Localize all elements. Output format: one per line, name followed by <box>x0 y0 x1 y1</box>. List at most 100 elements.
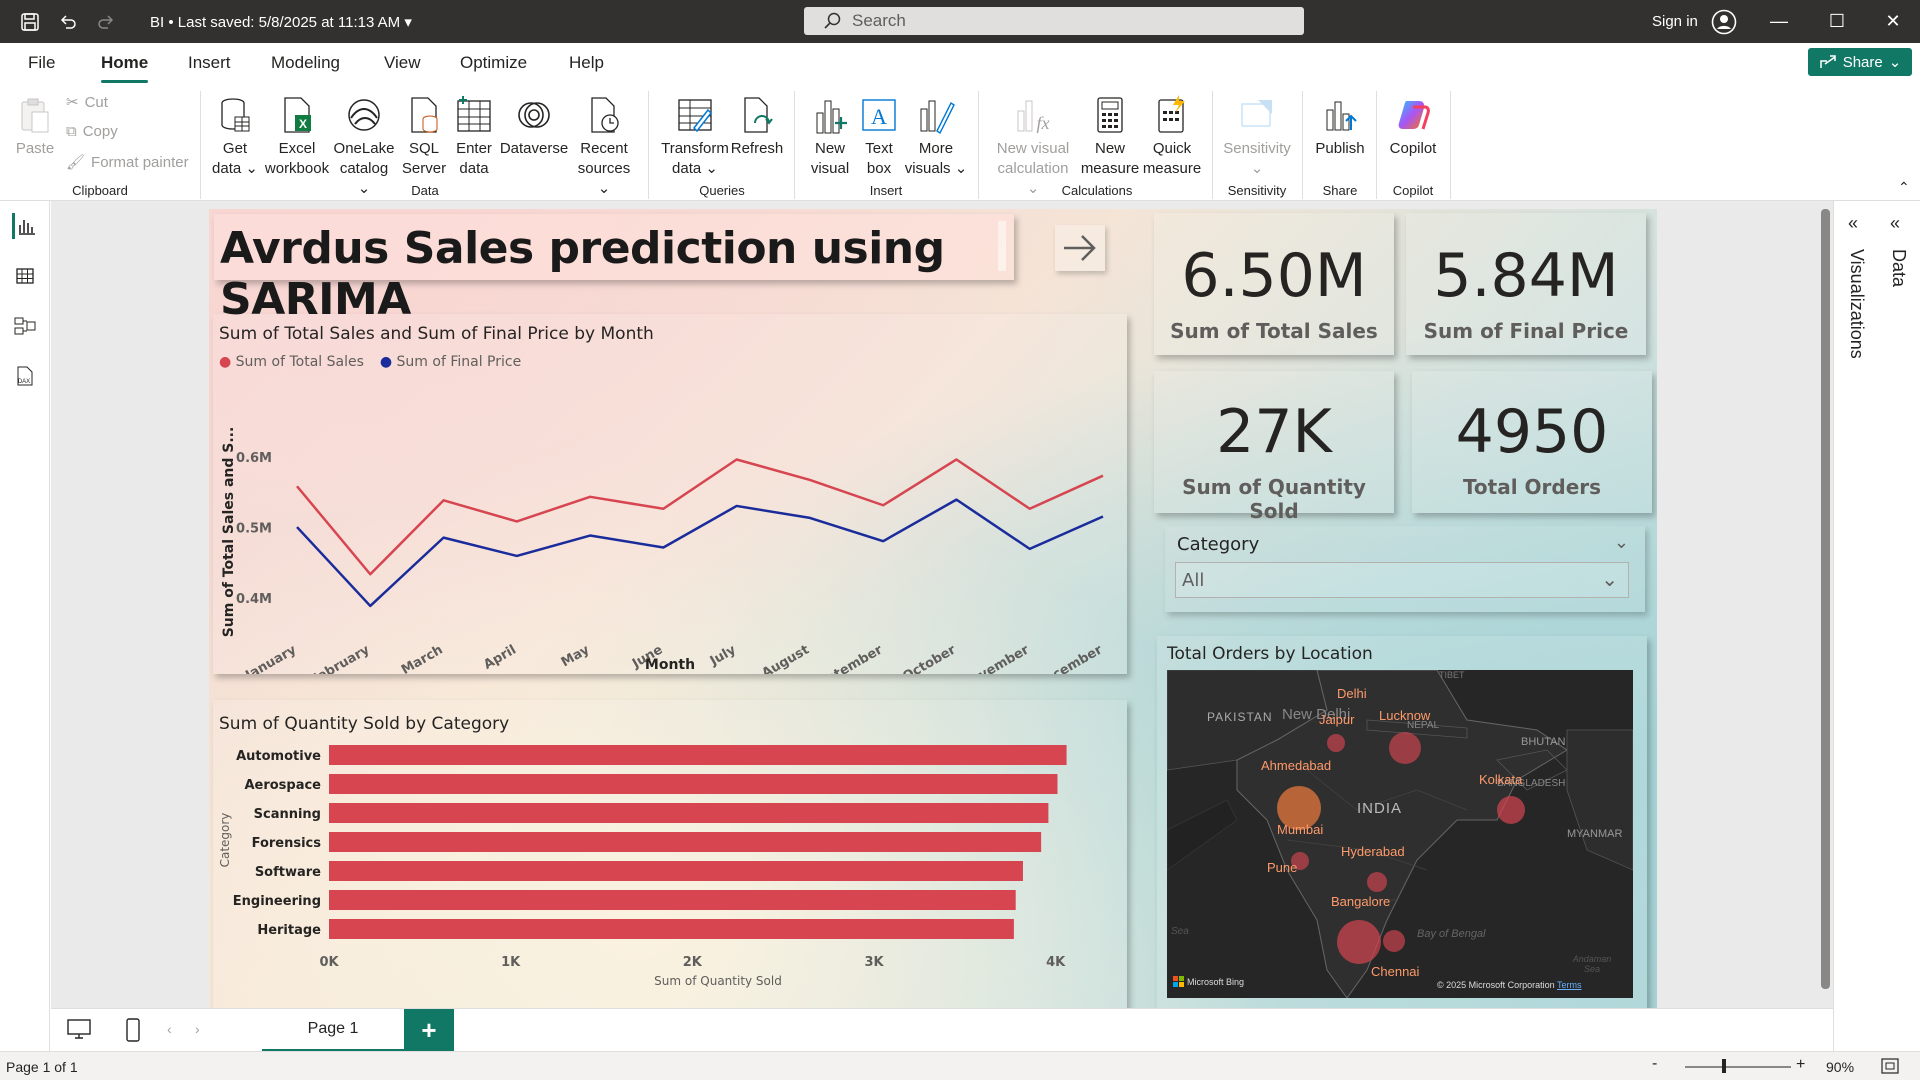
terms-link[interactable]: Terms <box>1557 980 1582 990</box>
more-visuals-button[interactable]: More visuals ⌄ <box>904 93 968 179</box>
title-accent <box>998 221 1006 271</box>
map-bubble-bangalore[interactable] <box>1337 920 1381 964</box>
map-bubble-jaipur[interactable] <box>1327 734 1345 752</box>
refresh-label: Refresh <box>730 140 784 157</box>
quick-measure-button[interactable]: Quick measure <box>1140 93 1204 179</box>
map-bubble-kolkata[interactable] <box>1497 796 1525 824</box>
zoom-slider[interactable] <box>1685 1066 1791 1068</box>
table-view-icon[interactable] <box>12 263 38 289</box>
sensitivity-button[interactable]: Sensitivity ⌄ <box>1218 93 1296 179</box>
minimize-button[interactable]: — <box>1750 0 1808 43</box>
map-bubble-hyderabad[interactable] <box>1367 872 1387 892</box>
slicer-dropdown[interactable]: All ⌄ <box>1175 562 1629 598</box>
onelake-catalog-button[interactable]: OneLake catalog ⌄ <box>332 93 396 199</box>
zoom-out-button[interactable]: - <box>1652 1055 1657 1073</box>
svg-text:A: A <box>871 104 887 129</box>
copy-button[interactable]: ⧉ Copy <box>66 123 118 140</box>
account-icon[interactable] <box>1710 0 1738 43</box>
cut-button[interactable]: ✂ Cut <box>66 93 108 112</box>
undo-icon[interactable] <box>52 0 84 43</box>
chevron-down-icon[interactable]: ⌄ <box>1614 532 1629 553</box>
recent-sources-button[interactable]: Recent sources ⌄ <box>570 93 638 199</box>
kpi-value: 6.50M <box>1181 241 1367 311</box>
kpi-card-total-orders[interactable]: 4950 Total Orders <box>1412 371 1652 513</box>
tab-home[interactable]: Home <box>101 53 149 83</box>
zoom-slider-thumb[interactable] <box>1722 1059 1726 1073</box>
zoom-level[interactable]: 90% <box>1826 1059 1854 1075</box>
x-tick-label: October <box>900 642 959 674</box>
model-view-icon[interactable] <box>12 313 38 339</box>
maximize-button[interactable]: ☐ <box>1808 0 1866 43</box>
transform-data-button[interactable]: Transform data ⌄ <box>660 93 730 179</box>
x-axis-title: Sum of Quantity Sold <box>654 974 782 988</box>
format-painter-button[interactable]: 🖌 Format painter <box>66 153 189 172</box>
map-bubble-lucknow[interactable] <box>1389 732 1421 764</box>
more-visuals-label: More <box>918 140 954 157</box>
data-pane-tab[interactable]: Data <box>1888 249 1909 287</box>
expand-data-icon[interactable]: « <box>1890 213 1900 234</box>
text-box-icon: A <box>859 93 899 137</box>
get-data-button[interactable]: Get data ⌄ <box>210 93 260 179</box>
tab-modeling[interactable]: Modeling <box>271 53 340 73</box>
search-box[interactable]: Search <box>804 7 1304 35</box>
desktop-layout-icon[interactable] <box>65 1017 93 1046</box>
tab-view[interactable]: View <box>384 53 421 73</box>
visualizations-pane-tab[interactable]: Visualizations <box>1846 249 1867 359</box>
publish-button[interactable]: Publish <box>1310 93 1370 159</box>
document-title[interactable]: BI • Last saved: 5/8/2025 at 11:13 AM ▾ <box>150 13 412 31</box>
tab-file[interactable]: File <box>28 53 55 73</box>
share-button[interactable]: Share ⌄ <box>1808 48 1912 76</box>
report-view-icon[interactable] <box>12 213 38 239</box>
dataverse-button[interactable]: Dataverse <box>500 93 568 159</box>
bar-chart-card[interactable]: Sum of Quantity Sold by Category Automot… <box>213 700 1127 1009</box>
category-label: Scanning <box>254 807 321 822</box>
tab-optimize[interactable]: Optimize <box>460 53 527 73</box>
excel-workbook-button[interactable]: X Excel workbook <box>262 93 332 179</box>
refresh-button[interactable]: Refresh <box>730 93 784 159</box>
collapse-ribbon-icon[interactable]: ⌃ <box>1898 179 1910 196</box>
new-measure-button[interactable]: New measure <box>1078 93 1142 179</box>
chevron-down-icon: ⌄ <box>1888 54 1902 71</box>
enter-data-button[interactable]: Enter data <box>450 93 498 179</box>
dax-query-view-icon[interactable]: DAX <box>12 363 38 389</box>
y-tick-label: 0.5M <box>236 521 272 536</box>
map-bubble-chennai[interactable] <box>1383 930 1405 952</box>
paste-button[interactable]: Paste <box>14 93 56 159</box>
text-box-button[interactable]: A Text box <box>856 93 902 179</box>
save-icon[interactable] <box>14 0 46 43</box>
separator <box>1450 91 1451 199</box>
x-tick-label: April <box>481 642 519 672</box>
page-tab-1[interactable]: Page 1 <box>262 1009 404 1052</box>
mobile-layout-icon[interactable] <box>123 1017 143 1048</box>
slicer-value: All <box>1182 570 1205 591</box>
tab-help[interactable]: Help <box>569 53 604 73</box>
bar-chart[interactable]: Automotive Aerospace Scanning Forensics Soft… <box>213 700 1127 1009</box>
page-prev-icon[interactable]: ‹ <box>167 1021 172 1037</box>
zoom-in-button[interactable]: + <box>1796 1056 1805 1074</box>
line-chart[interactable]: 0.4M 0.5M 0.6M January February March April May… <box>213 314 1127 674</box>
next-page-button[interactable] <box>1055 225 1105 271</box>
sql-server-button[interactable]: SQL Server <box>398 93 450 179</box>
kpi-label: Sum of Quantity Sold <box>1182 475 1366 523</box>
expand-visualizations-icon[interactable]: « <box>1848 213 1858 234</box>
category-slicer[interactable]: Category ⌄ All ⌄ <box>1165 526 1645 612</box>
redo-icon[interactable] <box>90 0 122 43</box>
kpi-card-total-sales[interactable]: 6.50M Sum of Total Sales <box>1154 213 1394 355</box>
copilot-button[interactable]: Copilot <box>1382 93 1444 159</box>
map[interactable]: PAKISTAN INDIA NEPAL BHUTAN BANGLADESH M… <box>1167 670 1633 998</box>
canvas-scrollbar[interactable] <box>1821 209 1830 989</box>
group-calculations: Calculations <box>1061 183 1133 198</box>
new-visual-button[interactable]: New visual <box>804 93 856 179</box>
kpi-card-quantity-sold[interactable]: 27K Sum of Quantity Sold <box>1154 371 1394 523</box>
map-label-india: INDIA <box>1357 800 1403 817</box>
map-card[interactable]: Total Orders by Location PAKISTAN INDIA … <box>1157 636 1647 1009</box>
tab-insert[interactable]: Insert <box>188 53 231 73</box>
close-button[interactable]: ✕ <box>1864 0 1920 43</box>
kpi-card-final-price[interactable]: 5.84M Sum of Final Price <box>1406 213 1646 355</box>
add-page-button[interactable]: + <box>404 1009 454 1052</box>
line-chart-card[interactable]: Sum of Total Sales and Sum of Final Pric… <box>213 314 1127 674</box>
page-next-icon[interactable]: › <box>195 1021 200 1037</box>
fit-to-page-icon[interactable] <box>1880 1057 1900 1078</box>
x-tick-label: 2K <box>683 955 703 970</box>
sign-in-button[interactable]: Sign in <box>1652 13 1698 30</box>
